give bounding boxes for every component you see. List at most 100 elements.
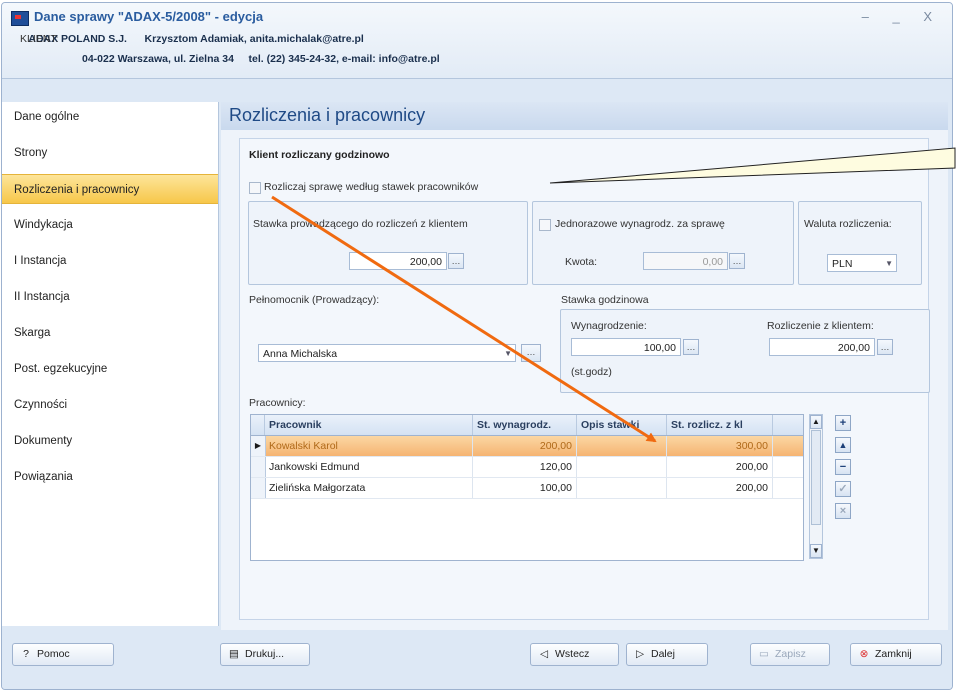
column-header-client-rate[interactable]: St. rozlicz. z kl bbox=[667, 415, 773, 435]
cell-client-rate[interactable]: 300,00 bbox=[667, 436, 773, 456]
footer-bar: ? Pomoc ▤ Drukuj... ◁ Wstecz ▷ Dalej ▭ Zapisz… bbox=[2, 630, 952, 689]
save-label: Zapisz bbox=[775, 648, 806, 660]
move-up-icon[interactable]: ▲ bbox=[835, 437, 851, 453]
scroll-up-icon[interactable]: ▲ bbox=[810, 415, 822, 429]
close-button[interactable]: ⊗ Zamknij bbox=[850, 643, 942, 666]
employees-label: Pracownicy: bbox=[249, 397, 306, 409]
lead-rate-label: Stawka prowadzącego do rozliczeń z klien… bbox=[253, 218, 468, 230]
sidebar-item-post-egzekucyjne[interactable]: Post. egzekucyjne bbox=[2, 354, 218, 384]
window-controls[interactable]: – _ X bbox=[862, 9, 942, 24]
sidebar-item-dane-ogolne[interactable]: Dane ogólne bbox=[2, 102, 218, 132]
attorney-browse-button[interactable]: … bbox=[521, 344, 541, 362]
cell-rate-desc[interactable] bbox=[577, 457, 667, 477]
remove-row-icon[interactable]: − bbox=[835, 459, 851, 475]
cell-employee[interactable]: Kowalski Karol bbox=[265, 436, 473, 456]
cell-rate-desc[interactable] bbox=[577, 478, 667, 498]
cell-rate-desc[interactable] bbox=[577, 436, 667, 456]
lead-rate-group: Stawka prowadzącego do rozliczeń z klien… bbox=[248, 201, 528, 285]
per-hour-label: (st.godz) bbox=[571, 366, 612, 378]
cell-client-rate[interactable]: 200,00 bbox=[667, 478, 773, 498]
sidebar-item-strony[interactable]: Strony bbox=[2, 138, 218, 168]
client-settlement-input[interactable]: 200,00 bbox=[769, 338, 875, 356]
app-icon bbox=[11, 11, 29, 26]
sidebar: Dane ogólne Strony Rozliczenia i pracown… bbox=[2, 102, 219, 626]
panel-title: Rozliczenia i pracownicy bbox=[229, 105, 426, 125]
amount-calc-button[interactable]: … bbox=[729, 253, 745, 269]
column-header-wage[interactable]: St. wynagrodz. bbox=[473, 415, 577, 435]
cell-client-rate[interactable]: 200,00 bbox=[667, 457, 773, 477]
lead-rate-input[interactable]: 200,00 bbox=[349, 252, 447, 270]
attorney-label: Pełnomocnik (Prowadzący): bbox=[249, 294, 380, 306]
cell-wage[interactable]: 200,00 bbox=[473, 436, 577, 456]
attorney-select[interactable]: Anna Michalska ▼ bbox=[258, 344, 516, 362]
arrow-right-icon: ▷ bbox=[635, 648, 645, 660]
sidebar-item-czynnosci[interactable]: Czynności bbox=[2, 390, 218, 420]
hourly-rate-label: Stawka godzinowa bbox=[561, 294, 649, 306]
rates-by-employee-label: Rozliczaj sprawę według stawek pracownik… bbox=[264, 181, 479, 193]
help-icon: ? bbox=[23, 648, 29, 660]
panel-header: Rozliczenia i pracownicy bbox=[221, 102, 948, 130]
save-icon: ▭ bbox=[759, 648, 769, 660]
hourly-rate-group: Wynagrodzenie: 100,00 … (st.godz) Rozlic… bbox=[560, 309, 930, 393]
one-time-fee-group: Jednorazowe wynagrodz. za sprawę Kwota: … bbox=[532, 201, 794, 285]
hourly-client-heading: Klient rozliczany godzinowo bbox=[249, 149, 390, 161]
one-time-fee-label: Jednorazowe wynagrodz. za sprawę bbox=[555, 218, 725, 230]
window-title: Dane sprawy "ADAX-5/2008" - edycja bbox=[34, 9, 264, 24]
grid-scrollbar[interactable]: ▲ ▼ bbox=[809, 414, 823, 559]
scroll-thumb[interactable] bbox=[811, 430, 821, 525]
sidebar-item-dokumenty[interactable]: Dokumenty bbox=[2, 426, 218, 456]
back-label: Wstecz bbox=[555, 648, 590, 660]
sidebar-item-powiazania[interactable]: Powiązania bbox=[2, 462, 218, 492]
column-header-employee[interactable]: Pracownik bbox=[265, 415, 473, 435]
currency-value: PLN bbox=[832, 258, 853, 270]
rates-by-employee-checkbox[interactable] bbox=[249, 182, 261, 194]
sidebar-item-i-instancja[interactable]: I Instancja bbox=[2, 246, 218, 276]
confirm-check-icon[interactable]: ✓ bbox=[835, 481, 851, 497]
next-label: Dalej bbox=[651, 648, 675, 660]
client-address: 04-022 Warszawa, ul. Zielna 34 bbox=[82, 53, 234, 65]
cell-wage[interactable]: 120,00 bbox=[473, 457, 577, 477]
remuneration-input[interactable]: 100,00 bbox=[571, 338, 681, 356]
client-contacts: Krzysztom Adamiak, anita.michalak@atre.p… bbox=[144, 33, 364, 45]
currency-group: Waluta rozliczenia: PLN ▼ bbox=[798, 201, 922, 285]
cell-employee[interactable]: Zielińska Małgorzata bbox=[265, 478, 473, 498]
currency-label: Waluta rozliczenia: bbox=[804, 218, 892, 230]
cancel-x-icon[interactable]: × bbox=[835, 503, 851, 519]
sidebar-item-rozliczenia[interactable]: Rozliczenia i pracownicy bbox=[2, 174, 218, 204]
column-header-rate-desc[interactable]: Opis stawki bbox=[577, 415, 667, 435]
scroll-down-icon[interactable]: ▼ bbox=[810, 544, 822, 558]
client-label: KLIENT: bbox=[20, 33, 59, 45]
one-time-fee-checkbox[interactable] bbox=[539, 219, 551, 231]
remuneration-label: Wynagrodzenie: bbox=[571, 320, 647, 332]
settlements-content: Klient rozliczany godzinowo Rozliczaj sp… bbox=[239, 138, 930, 620]
help-button[interactable]: ? Pomoc bbox=[12, 643, 114, 666]
arrow-left-icon: ◁ bbox=[539, 648, 549, 660]
table-row[interactable]: Zielińska Małgorzata 100,00 200,00 bbox=[251, 478, 803, 499]
client-settlement-calc-button[interactable]: … bbox=[877, 339, 893, 355]
lead-rate-calc-button[interactable]: … bbox=[448, 253, 464, 269]
client-settlement-label: Rozliczenie z klientem: bbox=[767, 320, 874, 332]
chevron-down-icon: ▼ bbox=[504, 349, 512, 358]
back-button[interactable]: ◁ Wstecz bbox=[530, 643, 619, 666]
employees-grid: Pracownik St. wynagrodz. Opis stawki St.… bbox=[250, 414, 804, 561]
sidebar-item-skarga[interactable]: Skarga bbox=[2, 318, 218, 348]
next-button[interactable]: ▷ Dalej bbox=[626, 643, 708, 666]
row-indicator bbox=[251, 478, 266, 498]
close-icon: ⊗ bbox=[859, 648, 869, 660]
printer-icon: ▤ bbox=[229, 648, 239, 660]
cell-wage[interactable]: 100,00 bbox=[473, 478, 577, 498]
cell-employee[interactable]: Jankowski Edmund bbox=[265, 457, 473, 477]
amount-input[interactable]: 0,00 bbox=[643, 252, 728, 270]
sidebar-item-ii-instancja[interactable]: II Instancja bbox=[2, 282, 218, 312]
table-row[interactable]: Jankowski Edmund 120,00 200,00 bbox=[251, 457, 803, 478]
table-row[interactable]: ▶ Kowalski Karol 200,00 300,00 bbox=[251, 436, 803, 457]
currency-select[interactable]: PLN ▼ bbox=[827, 254, 897, 272]
remuneration-calc-button[interactable]: … bbox=[683, 339, 699, 355]
save-button[interactable]: ▭ Zapisz bbox=[750, 643, 830, 666]
add-row-icon[interactable]: + bbox=[835, 415, 851, 431]
sidebar-item-windykacja[interactable]: Windykacja bbox=[2, 210, 218, 240]
settlements-panel: Rozliczenia i pracownicy Klient rozlicza… bbox=[221, 102, 948, 630]
help-label: Pomoc bbox=[37, 648, 70, 660]
client-info-row1: KLIENT: ADAX POLAND S.J. Krzysztom Adami… bbox=[20, 33, 364, 45]
print-button[interactable]: ▤ Drukuj... bbox=[220, 643, 310, 666]
